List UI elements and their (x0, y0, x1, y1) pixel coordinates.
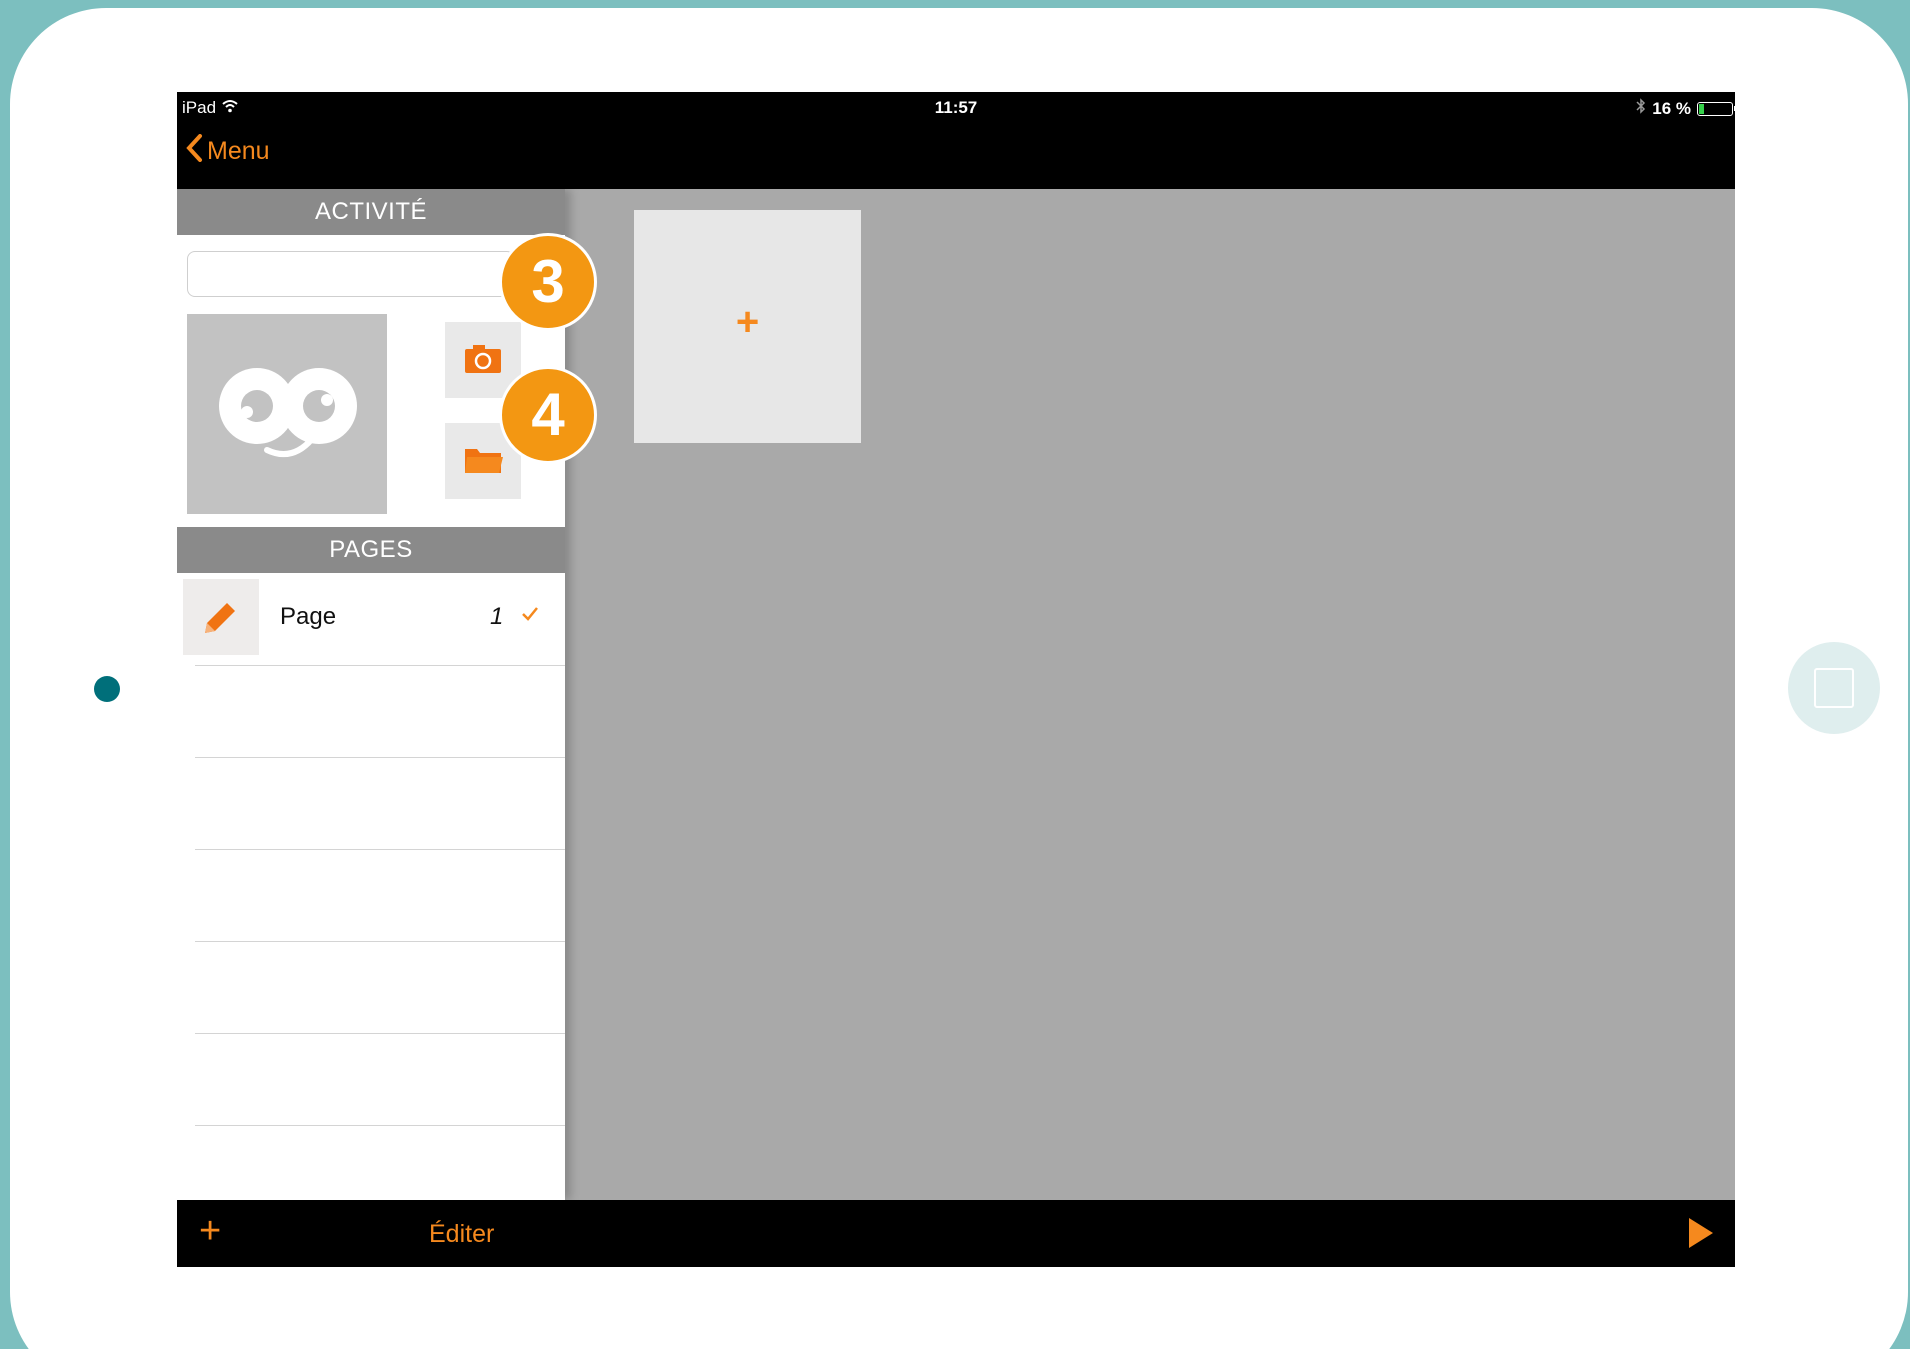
pages-header: PAGES (177, 527, 565, 573)
check-icon (520, 603, 540, 629)
page-row[interactable]: Page 1 (177, 573, 565, 665)
page-number: 1 (490, 603, 504, 630)
plus-icon: + (735, 300, 760, 344)
back-label: Menu (207, 137, 270, 165)
home-square-icon (1814, 668, 1854, 708)
list-divider (195, 849, 565, 850)
add-page-button[interactable]: + (199, 1210, 221, 1253)
status-bar: iPad 11:57 16 % (177, 92, 1735, 122)
home-button[interactable] (1788, 642, 1880, 734)
list-divider (195, 665, 565, 666)
pencil-icon (205, 603, 235, 633)
list-divider (195, 1125, 565, 1126)
list-divider (195, 941, 565, 942)
list-divider (195, 757, 565, 758)
sidebar: ACTIVITÉ PAGES Page 1 (177, 189, 565, 1200)
add-content-tile[interactable]: + (634, 210, 861, 443)
chevron-left-icon (185, 134, 203, 169)
app-screen: iPad 11:57 16 % Menu ACTIVITÉ PAGES Page… (177, 92, 1735, 1267)
nav-bar: Menu (177, 122, 1735, 189)
bottom-toolbar: + Éditer (177, 1200, 1735, 1267)
activity-name-input[interactable] (187, 251, 515, 297)
clock: 11:57 (934, 98, 978, 117)
edit-button[interactable]: Éditer (429, 1220, 494, 1249)
play-icon[interactable] (1689, 1218, 1713, 1248)
camera-dot (94, 676, 120, 702)
back-button[interactable]: Menu (185, 134, 270, 169)
bluetooth-icon (1636, 98, 1646, 119)
battery-percent: 16 % (1652, 98, 1691, 118)
battery-icon (1697, 101, 1735, 116)
callout-badge-3: 3 (499, 233, 597, 331)
mascot-icon (219, 368, 357, 458)
activity-image[interactable] (187, 314, 387, 514)
activity-header: ACTIVITÉ (177, 189, 565, 235)
page-label: Page (280, 603, 337, 630)
list-divider (195, 1033, 565, 1034)
page-edit-button[interactable] (183, 579, 259, 655)
callout-badge-4: 4 (499, 366, 597, 464)
